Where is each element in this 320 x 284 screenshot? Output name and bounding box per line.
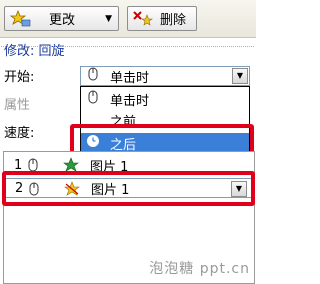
mouse-icon [86,89,100,109]
delete-label: 删除 [160,13,187,28]
delete-effect-button[interactable]: 删除 [127,6,197,31]
section-divider [1,46,254,47]
start-select[interactable]: 单击时 ▼ [80,66,250,86]
highlight-box-list-item [2,171,255,206]
option-label: 单击时 [110,93,150,109]
modify-heading: 修改: 回旋 [4,44,65,59]
chevron-down-icon[interactable]: ▼ [232,68,248,84]
speed-label: 速度: [4,126,35,141]
animation-toolbar: 更改 ▼ 删除 [0,0,256,38]
property-label: 属性 [4,98,31,113]
star-effect-icon [9,9,31,28]
option-on-click[interactable]: 单击时 [81,89,249,109]
chevron-down-icon: ▼ [105,13,112,24]
start-label: 开始: [4,70,35,85]
watermark-text: 泡泡糖 ppt.cn [149,261,250,277]
mouse-icon [86,66,100,86]
delete-effect-icon [132,10,154,28]
change-effect-button[interactable]: 更改 ▼ [4,6,119,31]
change-label: 更改 [49,13,76,28]
start-select-value: 单击时 [110,70,150,86]
